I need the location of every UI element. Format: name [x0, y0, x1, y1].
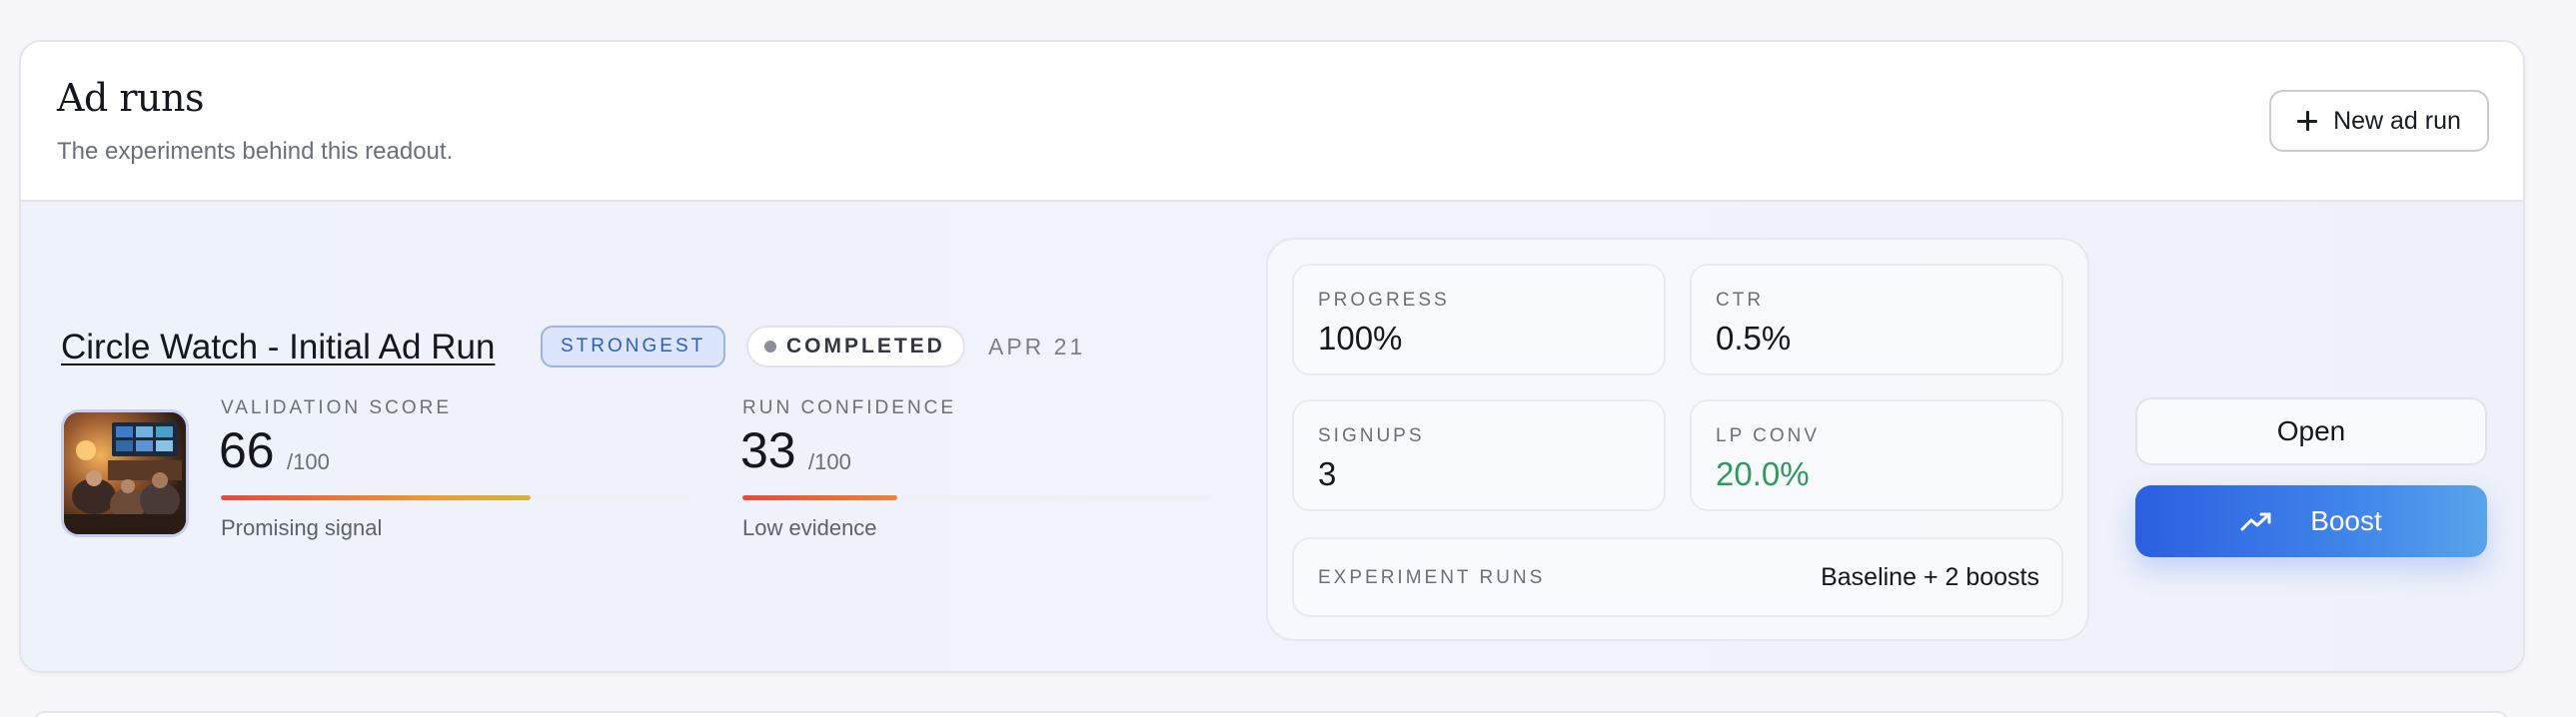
section-title: Ad runs: [57, 76, 204, 120]
panel-header: Ad runs The experiments behind this read…: [21, 42, 2523, 202]
run-title-link[interactable]: Circle Watch - Initial Ad Run: [61, 328, 495, 367]
validation-score-unit: /100: [287, 449, 330, 474]
experiment-runs-value: Baseline + 2 boosts: [1821, 563, 2039, 591]
validation-score-meter-fill: [221, 495, 532, 500]
lp-conv-label: LP CONV: [1716, 425, 1821, 446]
plus-icon: [2297, 111, 2318, 131]
progress-label: PROGRESS: [1318, 290, 1450, 311]
section-subtitle: The experiments behind this readout.: [57, 138, 454, 165]
lp-conv-value: 20.0%: [1716, 455, 1810, 492]
new-ad-run-label: New ad run: [2333, 106, 2461, 135]
signups-label: SIGNUPS: [1318, 425, 1425, 446]
boost-button[interactable]: Boost: [2135, 485, 2487, 557]
stat-card-progress: PROGRESS 100%: [1292, 264, 1666, 375]
progress-value: 100%: [1318, 320, 1403, 357]
ctr-value: 0.5%: [1716, 320, 1792, 357]
new-ad-run-button[interactable]: New ad run: [2269, 90, 2489, 152]
stat-card-ctr: CTR 0.5%: [1690, 264, 2063, 375]
validation-score-value: 66: [219, 422, 275, 478]
run-confidence-unit: /100: [808, 449, 851, 474]
run-confidence-value: 33: [740, 422, 796, 478]
stat-card-lp-conv: LP CONV 20.0%: [1690, 399, 2063, 511]
open-button[interactable]: Open: [2135, 397, 2487, 465]
status-label: COMPLETED: [786, 335, 945, 358]
run-confidence-meter-fill: [742, 495, 898, 500]
run-stats-box: PROGRESS 100% CTR 0.5% SIGNUPS 3 LP CONV…: [1266, 238, 2089, 641]
ctr-label: CTR: [1716, 290, 1765, 311]
run-confidence-meter: [742, 495, 1212, 500]
stat-card-signups: SIGNUPS 3: [1292, 399, 1666, 511]
stat-card-experiment-runs: EXPERIMENT RUNS Baseline + 2 boosts: [1292, 537, 2063, 617]
status-dot-icon: [764, 341, 776, 353]
experiment-runs-label: EXPERIMENT RUNS: [1318, 567, 1546, 588]
validation-score-label: VALIDATION SCORE: [221, 397, 452, 418]
strongest-badge: STRONGEST: [541, 326, 726, 367]
ad-runs-panel: Ad runs The experiments behind this read…: [19, 40, 2525, 673]
signups-value: 3: [1318, 455, 1337, 492]
run-date: APR 21: [988, 334, 1086, 359]
ad-creative-thumbnail: [61, 409, 189, 537]
boost-label: Boost: [2310, 505, 2382, 536]
run-confidence-caption: Low evidence: [742, 515, 877, 540]
run-confidence-label: RUN CONFIDENCE: [742, 397, 957, 418]
next-panel-edge: [34, 711, 2508, 717]
validation-score-meter: [221, 495, 690, 500]
trending-up-icon: [2240, 512, 2271, 531]
thumbnail-image: [64, 412, 186, 534]
status-badge: COMPLETED: [746, 326, 965, 367]
validation-score-caption: Promising signal: [221, 515, 383, 540]
ad-run-row: Circle Watch - Initial Ad Run STRONGEST …: [21, 202, 2523, 671]
